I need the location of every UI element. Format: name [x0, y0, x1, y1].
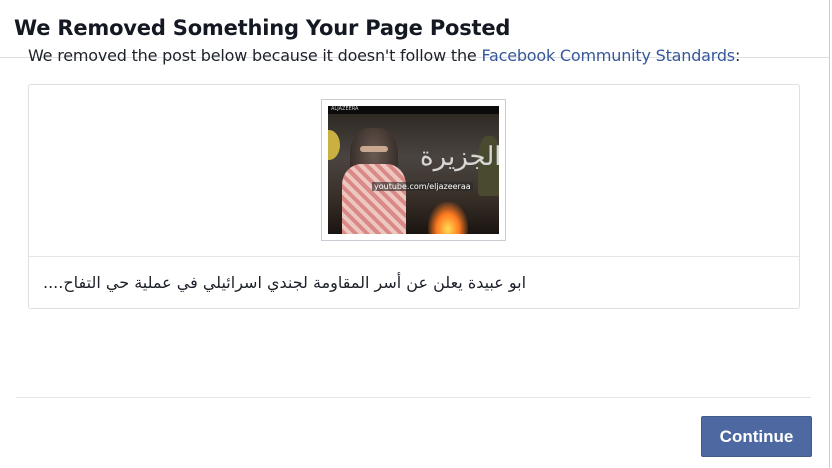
community-standards-link[interactable]: Facebook Community Standards — [481, 46, 735, 65]
thumbnail-url-overlay: youtube.com/eljazeeraa — [372, 182, 473, 191]
removed-post: ALJAZEERA الجزيرة youtube.com/eljazeeraa… — [28, 84, 800, 309]
caption-divider — [29, 256, 799, 257]
footer-divider — [16, 397, 811, 398]
thumbnail-figure-scarf — [342, 164, 406, 234]
removed-post-dialog: We Removed Something Your Page Posted We… — [0, 0, 830, 468]
intro-text: We removed the post below because it doe… — [28, 46, 740, 65]
dialog-title: We Removed Something Your Page Posted — [14, 16, 511, 40]
thumbnail-fire — [428, 202, 468, 234]
thumbnail-logo — [328, 130, 340, 160]
continue-button[interactable]: Continue — [701, 416, 812, 457]
thumbnail-banner-text: ALJAZEERA — [331, 106, 359, 112]
post-caption: ابو عبيدة يعلن عن أسر المقاومة لجندي اسر… — [43, 273, 527, 292]
thumbnail-calligraphy: الجزيرة — [420, 142, 499, 172]
post-thumbnail: ALJAZEERA الجزيرة youtube.com/eljazeeraa — [328, 106, 499, 234]
post-thumbnail-frame[interactable]: ALJAZEERA الجزيرة youtube.com/eljazeeraa — [321, 99, 506, 241]
thumbnail-figure-eyes — [360, 146, 388, 152]
intro-text-suffix: : — [734, 46, 741, 65]
intro-text-main: We removed the post below because it doe… — [28, 46, 482, 65]
